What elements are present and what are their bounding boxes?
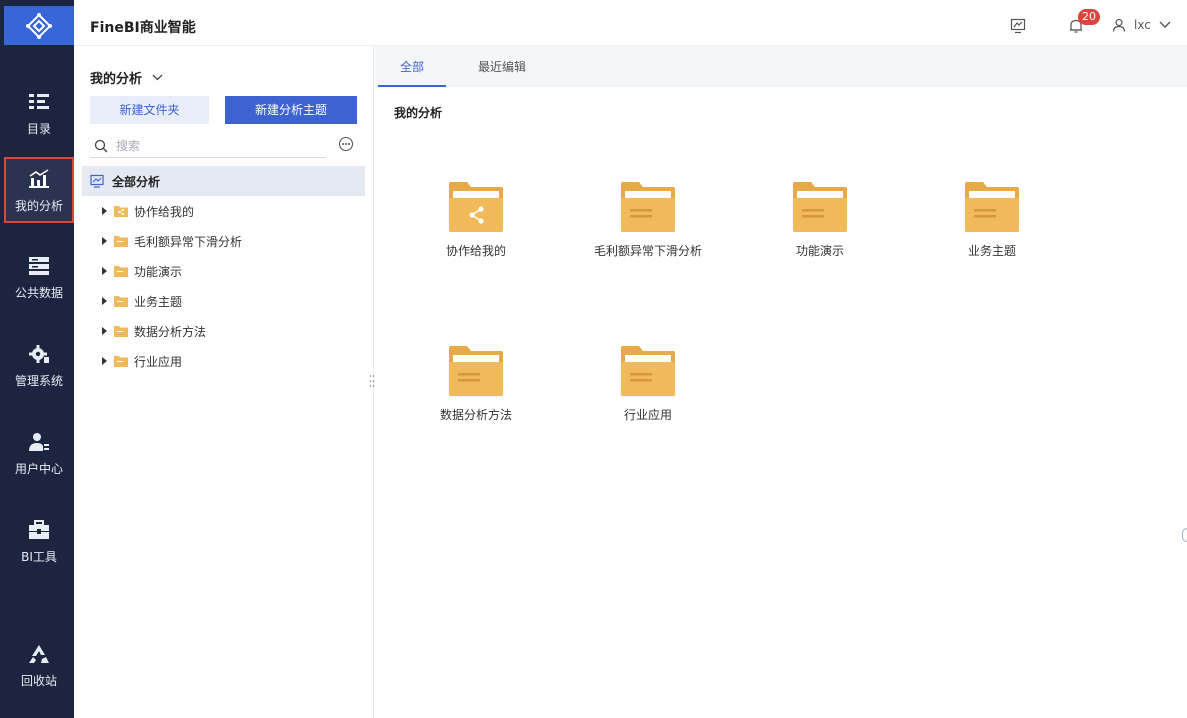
- rail-item-label: 公共数据: [14, 285, 63, 300]
- tree-item-folder[interactable]: 业务主题: [100, 286, 182, 316]
- folder-tile-label: 协作给我的: [445, 244, 506, 258]
- user-menu[interactable]: lxc: [1112, 18, 1171, 32]
- content-tabs: 全部 最近编辑: [375, 46, 1187, 87]
- folder-icon: [793, 182, 847, 232]
- caret-right-icon[interactable]: [100, 237, 108, 245]
- tree-item-folder[interactable]: 毛利额异常下滑分析: [100, 226, 242, 256]
- main-content: 全部 最近编辑 我的分析 协作给我的 毛利额异常下滑分析 功能演示 业务主题 数…: [375, 46, 1187, 718]
- tree-item-folder[interactable]: 数据分析方法: [100, 316, 206, 346]
- tree-item-label: 协作给我的: [134, 204, 195, 219]
- section-title: 我的分析: [394, 106, 443, 120]
- tree-item-folder[interactable]: 行业应用: [100, 346, 182, 376]
- folder-tile[interactable]: 业务主题: [917, 182, 1067, 272]
- rail-item-label: 我的分析: [14, 198, 63, 213]
- caret-right-icon[interactable]: [100, 327, 108, 335]
- new-folder-button[interactable]: 新建文件夹: [90, 96, 209, 124]
- folder-tile-label: 功能演示: [795, 244, 844, 258]
- analysis-panel: 我的分析 新建文件夹 新建分析主题 全部分析 协作给我的: [74, 46, 374, 718]
- tree-item-label: 行业应用: [134, 354, 183, 369]
- tab-all[interactable]: 全部: [378, 58, 446, 87]
- folder-icon: [965, 182, 1019, 232]
- shared-folder-icon: [114, 206, 128, 217]
- caret-right-icon[interactable]: [100, 357, 108, 365]
- rail-item-label: BI工具: [21, 549, 57, 564]
- left-rail: 目录 我的分析 公共数据 管理系统 用户中心 BI工具 回收站: [0, 0, 74, 718]
- user-icon: [1112, 18, 1126, 32]
- folder-tile-label: 行业应用: [623, 408, 672, 422]
- folder-icon: [621, 346, 675, 396]
- folder-tile-label: 业务主题: [967, 244, 1016, 258]
- tree-root-label: 全部分析: [112, 174, 161, 189]
- search-box: [90, 134, 326, 158]
- folder-tile[interactable]: 功能演示: [745, 182, 895, 272]
- folder-icon: [621, 182, 675, 232]
- panel-title-dropdown[interactable]: 我的分析: [90, 68, 163, 87]
- folder-tile-shared[interactable]: 协作给我的: [401, 182, 551, 272]
- shared-folder-icon: [449, 182, 503, 232]
- app-root: 目录 我的分析 公共数据 管理系统 用户中心 BI工具 回收站 FineBI商业…: [0, 0, 1187, 718]
- rail-item-my-analysis[interactable]: 我的分析: [4, 157, 74, 223]
- tree-root-all-analysis[interactable]: 全部分析: [82, 166, 365, 196]
- folder-icon: [114, 236, 128, 247]
- tree-item-label: 数据分析方法: [134, 324, 207, 339]
- rail-item-bi-tools[interactable]: BI工具: [4, 508, 74, 574]
- logo-icon: [26, 12, 52, 39]
- side-handle[interactable]: [1182, 528, 1187, 542]
- top-header: FineBI商业智能 20 lxc: [74, 6, 1187, 46]
- username: lxc: [1134, 18, 1151, 32]
- app-logo[interactable]: [4, 6, 74, 45]
- rail-item-label: 回收站: [20, 673, 57, 688]
- search-input[interactable]: [116, 138, 316, 153]
- dashboard-monitor-icon[interactable]: [1010, 18, 1026, 34]
- database-icon: [27, 254, 51, 278]
- folder-tile[interactable]: 行业应用: [573, 346, 723, 436]
- folder-tile[interactable]: 数据分析方法: [401, 346, 551, 436]
- analysis-monitor-icon: [90, 174, 104, 188]
- rail-item-label: 目录: [26, 121, 51, 136]
- chevron-down-icon: [1159, 21, 1171, 28]
- folder-icon: [114, 296, 128, 307]
- folder-icon: [449, 346, 503, 396]
- tree-item-folder[interactable]: 功能演示: [100, 256, 182, 286]
- rail-item-catalog[interactable]: 目录: [4, 80, 74, 146]
- rail-item-label: 管理系统: [14, 373, 63, 388]
- user-center-icon: [27, 430, 51, 454]
- chart-icon: [27, 167, 51, 191]
- caret-right-icon[interactable]: [100, 207, 108, 215]
- search-icon: [94, 139, 108, 152]
- tree-item-shared[interactable]: 协作给我的: [100, 196, 194, 226]
- caret-right-icon[interactable]: [100, 297, 108, 305]
- caret-right-icon[interactable]: [100, 267, 108, 275]
- catalog-icon: [27, 90, 51, 114]
- rail-item-label: 用户中心: [14, 461, 63, 476]
- gear-icon: [27, 342, 51, 366]
- recycle-icon: [27, 642, 51, 666]
- more-options-icon[interactable]: [338, 136, 354, 152]
- new-analysis-theme-button[interactable]: 新建分析主题: [225, 96, 357, 124]
- rail-item-admin-system[interactable]: 管理系统: [4, 332, 74, 398]
- folder-icon: [114, 266, 128, 277]
- notification-count-badge: 20: [1078, 9, 1100, 25]
- tree-item-label: 业务主题: [134, 294, 183, 309]
- tree-item-label: 功能演示: [134, 264, 183, 279]
- folder-tile-label: 数据分析方法: [439, 408, 512, 422]
- tab-recent-edits[interactable]: 最近编辑: [478, 58, 526, 87]
- chevron-down-icon: [152, 74, 163, 81]
- rail-item-user-center[interactable]: 用户中心: [4, 420, 74, 486]
- folder-tile[interactable]: 毛利额异常下滑分析: [573, 182, 723, 272]
- panel-title: 我的分析: [90, 72, 143, 87]
- toolbox-icon: [27, 518, 51, 542]
- folder-tile-label: 毛利额异常下滑分析: [593, 244, 702, 258]
- folder-icon: [114, 326, 128, 337]
- app-title: FineBI商业智能: [90, 20, 196, 36]
- rail-item-public-data[interactable]: 公共数据: [4, 244, 74, 310]
- tree-item-label: 毛利额异常下滑分析: [134, 234, 243, 249]
- folder-icon: [114, 356, 128, 367]
- rail-item-recycle-bin[interactable]: 回收站: [4, 632, 74, 698]
